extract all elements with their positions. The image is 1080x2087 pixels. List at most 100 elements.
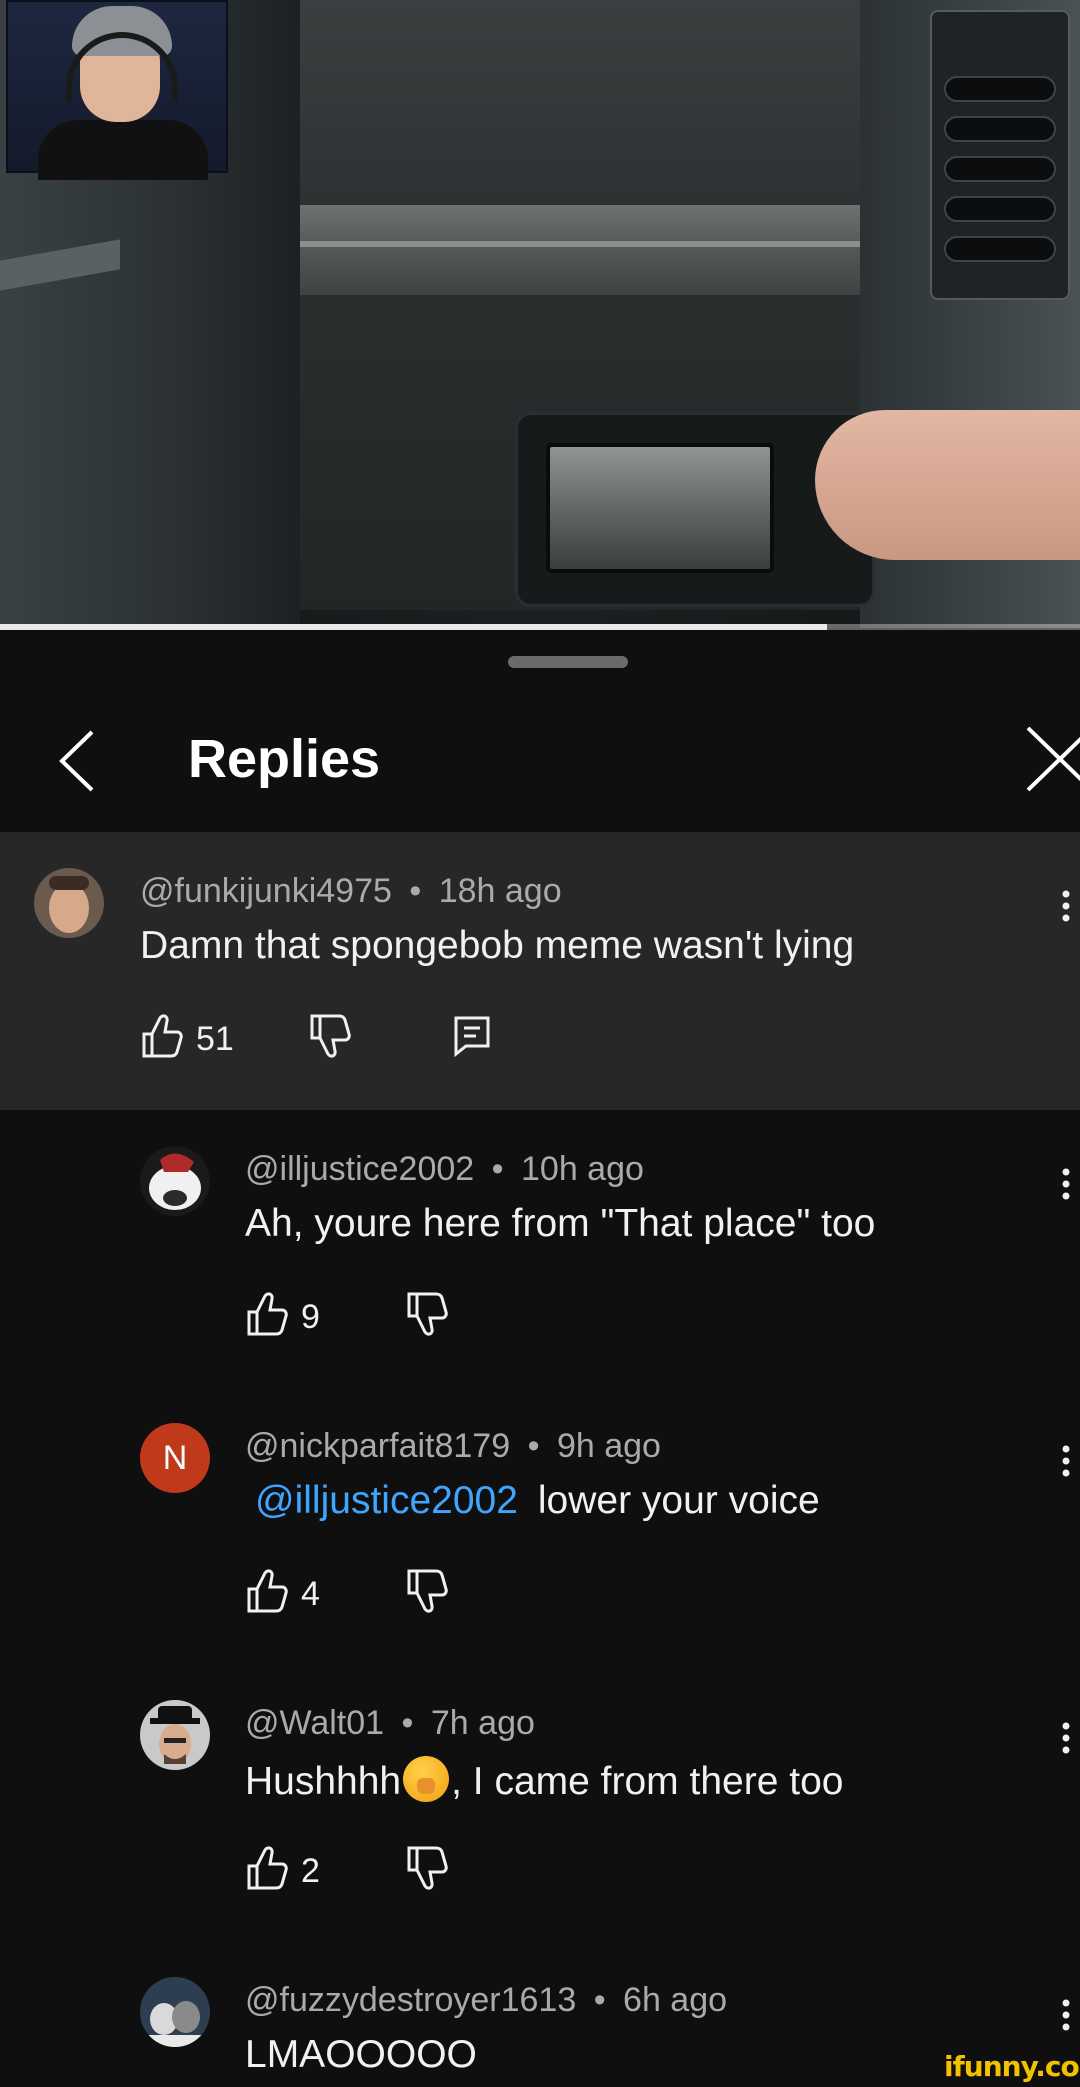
dislike-button[interactable] xyxy=(405,1290,455,1346)
comment-meta: @funkijunki4975 • 18h ago xyxy=(140,872,562,911)
comment-author[interactable]: @illjustice2002 xyxy=(245,1150,474,1188)
dislike-button[interactable] xyxy=(405,1844,455,1900)
comment-text: Ah, youre here from "That place" too xyxy=(245,1202,876,1245)
panel-button xyxy=(944,116,1056,142)
meta-separator: • xyxy=(491,1150,504,1188)
like-count: 2 xyxy=(301,1852,320,1890)
reply-button[interactable] xyxy=(452,1012,502,1068)
comment-meta: @illjustice2002 • 10h ago xyxy=(245,1150,644,1189)
video-progress-fill xyxy=(0,624,828,630)
video-progress-bar[interactable] xyxy=(0,624,1080,630)
watermark-logo: ifunny.co xyxy=(944,2050,1080,2083)
comment-text: Damn that spongebob meme wasn't lying xyxy=(140,924,855,967)
comment-item: @funkijunki4975 • 18h ago Damn that spon… xyxy=(0,832,1080,1110)
dislike-button[interactable] xyxy=(405,1567,455,1623)
comment-time: 10h ago xyxy=(521,1150,644,1188)
comment-author[interactable]: @funkijunki4975 xyxy=(140,872,392,910)
close-button[interactable] xyxy=(1020,724,1080,794)
meta-separator: • xyxy=(527,1427,540,1465)
comment-author[interactable]: @fuzzydestroyer1613 xyxy=(245,1981,576,2019)
close-icon xyxy=(1026,726,1080,792)
shushing-face-icon xyxy=(403,1756,450,1802)
comment-actions: 51 xyxy=(140,1012,540,1068)
more-options-button[interactable] xyxy=(1052,886,1080,934)
avatar-cats-icon xyxy=(140,1977,210,2047)
comment-item: @Walt01 • 7h ago Hushhhh , I came from th… xyxy=(0,1664,1080,1941)
comment-item: @illjustice2002 • 10h ago Ah, youre here… xyxy=(0,1110,1080,1387)
comment-item: N @nickparfait8179 • 9h ago @illjustice2… xyxy=(0,1387,1080,1664)
like-count: 9 xyxy=(301,1298,320,1336)
avatar-letter: N xyxy=(162,1438,188,1477)
comment-time: 6h ago xyxy=(623,1981,728,2019)
panel-button xyxy=(944,236,1056,262)
comment-meta: @fuzzydestroyer1613 • 6h ago xyxy=(245,1981,727,2020)
avatar[interactable]: N xyxy=(140,1423,210,1493)
video-scene-hand xyxy=(815,410,1080,560)
drag-handle[interactable] xyxy=(508,656,628,668)
comment-actions: 4 xyxy=(245,1567,505,1623)
more-options-button[interactable] xyxy=(1052,1164,1080,1212)
comment-text: Hushhhh , I came from there too xyxy=(245,1756,843,1804)
comment-text-after-emoji: , I came from there too xyxy=(451,1760,844,1803)
avatar-hat-man-icon xyxy=(140,1700,210,1770)
more-vert-icon xyxy=(1062,1722,1070,1754)
thumbs-down-icon xyxy=(407,1569,448,1613)
meta-separator: • xyxy=(593,1981,606,2019)
facecam-body xyxy=(38,120,208,180)
panel-button xyxy=(944,76,1056,102)
mention-link[interactable]: @illjustice2002 xyxy=(255,1479,518,1522)
like-count: 4 xyxy=(301,1575,320,1613)
comment-actions: 2 xyxy=(245,1844,505,1900)
video-player[interactable] xyxy=(0,0,1080,628)
meta-separator: • xyxy=(409,872,422,910)
comment-time: 9h ago xyxy=(556,1427,661,1465)
like-button[interactable]: 51 xyxy=(140,1012,260,1068)
comment-actions: 9 xyxy=(245,1290,505,1346)
more-vert-icon xyxy=(1062,1168,1070,1200)
avatar-dog-icon xyxy=(140,1146,210,1216)
avatar[interactable] xyxy=(140,1977,210,2047)
more-vert-icon xyxy=(1062,890,1070,922)
comment-text-body: lower your voice xyxy=(537,1479,820,1522)
comment-text-before-emoji: Hushhhh xyxy=(245,1760,402,1803)
more-options-button[interactable] xyxy=(1052,1995,1080,2043)
more-options-button[interactable] xyxy=(1052,1441,1080,1489)
comment-meta: @nickparfait8179 • 9h ago xyxy=(245,1427,661,1466)
panel-button xyxy=(944,156,1056,182)
video-scene-door-band xyxy=(300,205,870,295)
back-button[interactable] xyxy=(54,726,102,796)
comment-author[interactable]: @nickparfait8179 xyxy=(245,1427,510,1465)
dislike-button[interactable] xyxy=(308,1012,358,1068)
meta-separator: • xyxy=(401,1704,414,1742)
like-button[interactable]: 4 xyxy=(245,1567,355,1623)
comment-author[interactable]: @Walt01 xyxy=(245,1704,384,1742)
thumbs-down-icon xyxy=(407,1846,448,1890)
comment-meta: @Walt01 • 7h ago xyxy=(245,1704,535,1743)
page-title: Replies xyxy=(188,729,381,789)
like-button[interactable]: 2 xyxy=(245,1844,355,1900)
comment-text: LMAOOOOO xyxy=(245,2033,477,2076)
video-facecam xyxy=(6,0,228,180)
thumbs-up-icon xyxy=(247,1569,288,1613)
thumbs-up-icon xyxy=(142,1014,183,1058)
avatar[interactable] xyxy=(34,868,104,938)
comment-time: 18h ago xyxy=(438,872,562,910)
more-vert-icon xyxy=(1062,1999,1070,2031)
avatar-face-icon xyxy=(34,868,104,938)
thumbs-up-icon xyxy=(247,1292,288,1336)
more-options-button[interactable] xyxy=(1052,1718,1080,1766)
more-vert-icon xyxy=(1062,1445,1070,1477)
camcorder-screen xyxy=(546,443,774,573)
thumbs-up-icon xyxy=(247,1846,288,1890)
chevron-left-icon xyxy=(59,730,94,792)
video-scene-elevator-panel xyxy=(930,10,1070,300)
like-count: 51 xyxy=(196,1020,234,1058)
reply-comment-icon xyxy=(454,1016,490,1058)
comment-item: @fuzzydestroyer1613 • 6h ago LMAOOOOO xyxy=(0,1941,1080,2087)
comment-text: @illjustice2002 lower your voice xyxy=(255,1479,820,1523)
thumbs-down-icon xyxy=(310,1014,351,1058)
thumbs-down-icon xyxy=(407,1292,448,1336)
avatar[interactable] xyxy=(140,1700,210,1770)
avatar[interactable] xyxy=(140,1146,210,1216)
like-button[interactable]: 9 xyxy=(245,1290,355,1346)
